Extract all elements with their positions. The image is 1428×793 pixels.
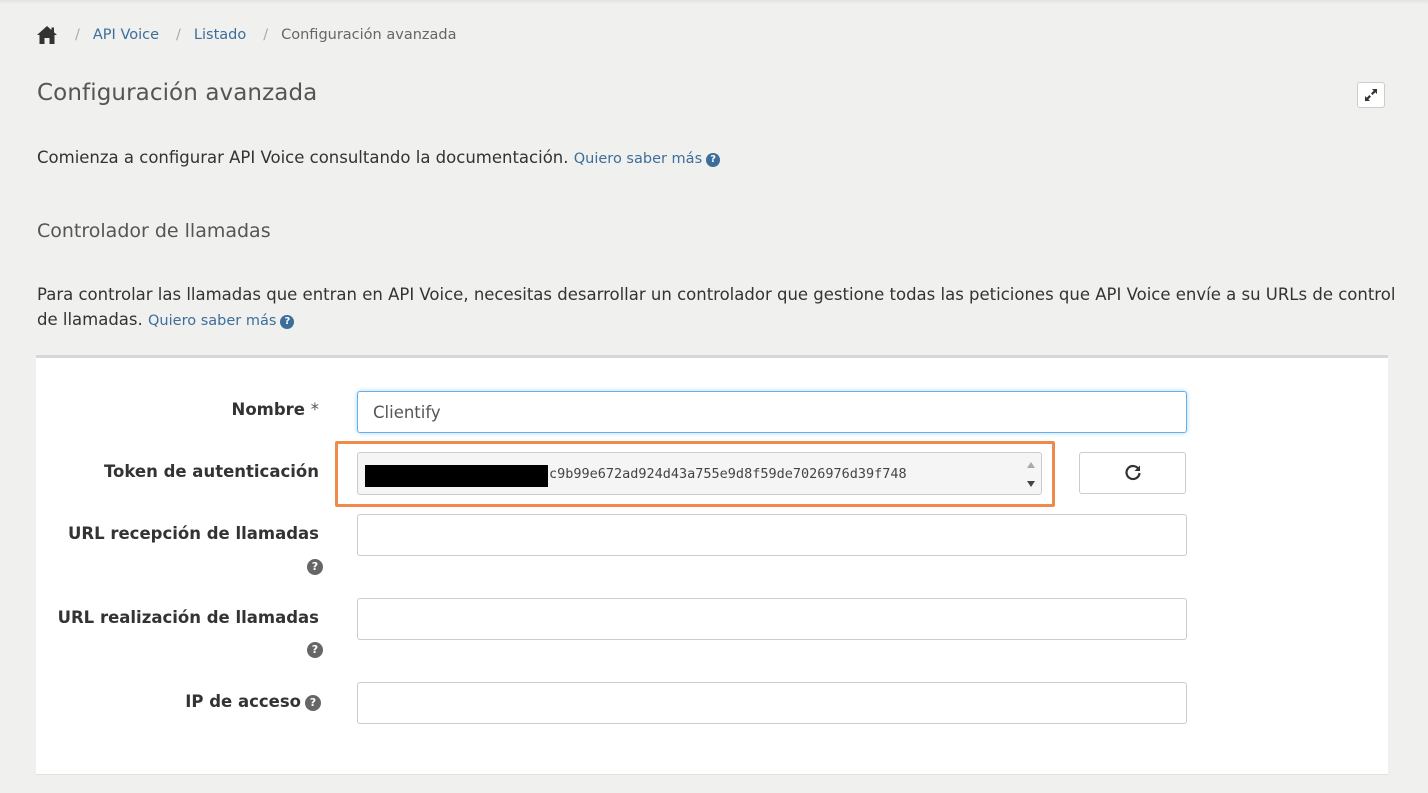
- breadcrumb-current: Configuración avanzada: [281, 27, 457, 43]
- required-marker: *: [310, 400, 319, 419]
- intro-label: Comienza a configurar API Voice consulta…: [37, 148, 569, 167]
- nombre-label-text: Nombre: [231, 400, 305, 419]
- token-highlight-box: [335, 441, 1055, 507]
- token-label: Token de autenticación: [103, 462, 319, 481]
- breadcrumb: / API Voice / Listado / Configuración av…: [36, 22, 456, 48]
- breadcrumb-separator: /: [176, 27, 181, 43]
- top-shadow: [0, 0, 1428, 4]
- home-icon[interactable]: [36, 25, 58, 45]
- refresh-token-button[interactable]: [1079, 452, 1186, 494]
- intro-more-link[interactable]: Quiero saber más?: [573, 151, 721, 167]
- question-circle-icon[interactable]: ?: [305, 695, 321, 711]
- url-recepcion-label: URL recepción de llamadas: [67, 524, 319, 543]
- url-recepcion-input[interactable]: [357, 514, 1187, 556]
- breadcrumb-separator: /: [263, 27, 269, 43]
- url-realizacion-input[interactable]: [357, 598, 1187, 640]
- breadcrumb-listado[interactable]: Listado: [194, 27, 246, 43]
- intro-text: Comienza a configurar API Voice consulta…: [37, 148, 721, 167]
- page-title: Configuración avanzada: [37, 80, 318, 106]
- intro-more-label: Quiero saber más: [573, 151, 703, 167]
- nombre-input[interactable]: [357, 391, 1187, 433]
- expand-button[interactable]: [1357, 82, 1385, 108]
- question-circle-icon[interactable]: ?: [307, 642, 323, 658]
- ip-acceso-label: IP de acceso?: [185, 692, 321, 711]
- section-more-link[interactable]: Quiero saber más?: [148, 313, 295, 329]
- breadcrumb-api-voice[interactable]: API Voice: [93, 27, 159, 43]
- refresh-icon: [1124, 464, 1141, 481]
- nombre-label: Nombre *: [232, 400, 319, 419]
- breadcrumb-separator: /: [75, 27, 80, 43]
- ip-acceso-label-text: IP de acceso: [185, 692, 301, 711]
- section-title: Controlador de llamadas: [37, 220, 271, 242]
- section-more-label: Quiero saber más: [148, 313, 277, 329]
- question-circle-icon[interactable]: ?: [307, 559, 323, 575]
- url-realizacion-label: URL realización de llamadas: [57, 608, 319, 627]
- ip-acceso-input[interactable]: [357, 682, 1187, 724]
- question-circle-icon: ?: [706, 153, 721, 167]
- expand-icon: [1365, 89, 1377, 101]
- question-circle-icon: ?: [280, 315, 295, 329]
- section-description: Para controlar las llamadas que entran e…: [37, 282, 1397, 334]
